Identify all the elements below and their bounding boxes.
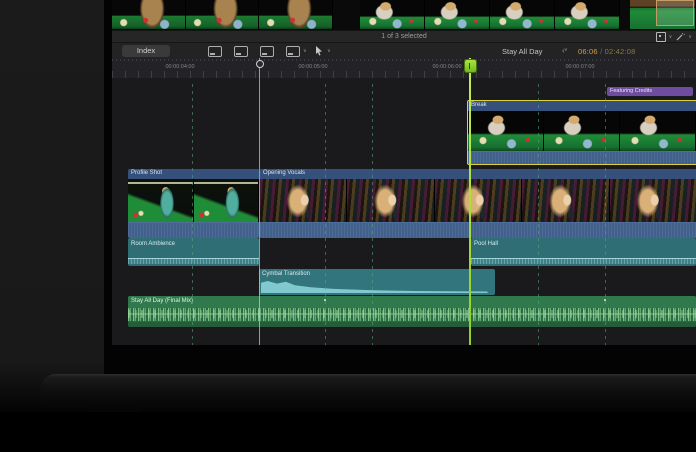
chevron-down-icon[interactable]: ∨ bbox=[688, 35, 692, 40]
clip-header: Break bbox=[468, 101, 696, 111]
thumbnail bbox=[435, 179, 522, 223]
clip-profile-shot[interactable]: Profile Shot bbox=[128, 169, 259, 238]
clip-featuring-credits[interactable]: Featuring Credits bbox=[607, 87, 693, 96]
thumbnail bbox=[425, 0, 490, 29]
thumbnail bbox=[620, 111, 696, 151]
index-button[interactable]: Index bbox=[122, 45, 170, 57]
clip-cymbal-transition[interactable]: Cymbal Transition bbox=[259, 269, 495, 295]
timecode-display: 06:06 / 02:42:08 bbox=[578, 47, 635, 56]
timecode-current: 06:06 bbox=[578, 47, 598, 56]
snap-guide-line bbox=[538, 84, 539, 345]
audio-waveform bbox=[471, 258, 696, 264]
clip-name: Break bbox=[471, 102, 487, 108]
clip-name: Opening Vocals bbox=[263, 170, 305, 176]
transform-icon[interactable] bbox=[656, 32, 666, 42]
chevron-down-icon[interactable]: ∨ bbox=[303, 49, 307, 54]
clip-header: Stay All Day (Final Mix) bbox=[128, 296, 696, 308]
browser-clip-selected[interactable] bbox=[630, 0, 696, 29]
browser-filmstrip-area bbox=[112, 0, 696, 30]
macbook-scene: 1 of 3 selected ∨ ∨ Index bbox=[0, 0, 696, 452]
thumbnail bbox=[610, 179, 696, 223]
audio-waveform-decay bbox=[261, 281, 488, 293]
select-tool-icon[interactable] bbox=[315, 46, 323, 56]
chevron-down-icon[interactable]: ∨ bbox=[327, 49, 331, 54]
skimmer-handle[interactable] bbox=[256, 60, 264, 68]
enhance-wand-icon[interactable] bbox=[675, 32, 685, 42]
timeline-lanes[interactable]: Featuring Credits Break Profile Shot bbox=[112, 78, 696, 345]
connect-edit-icon[interactable] bbox=[208, 46, 222, 57]
thumbnail bbox=[555, 0, 620, 29]
fcp-app-window: 1 of 3 selected ∨ ∨ Index bbox=[112, 0, 696, 345]
macbook-base bbox=[40, 374, 696, 408]
thumbnail bbox=[544, 111, 620, 151]
clip-header: Profile Shot bbox=[128, 169, 259, 179]
clip-break-selected[interactable]: Break bbox=[467, 100, 696, 165]
overwrite-edit-icon[interactable] bbox=[286, 46, 300, 57]
thumbnail bbox=[347, 179, 434, 223]
clip-audio-band bbox=[468, 151, 696, 164]
thumbnail bbox=[194, 179, 260, 223]
clip-pool-hall[interactable]: Pool Hall bbox=[471, 238, 696, 266]
range-selection-overlay[interactable] bbox=[656, 0, 694, 26]
playhead-handle[interactable] bbox=[464, 59, 477, 73]
thumbnail bbox=[522, 179, 609, 223]
audio-waveform bbox=[128, 258, 259, 264]
thumbnail bbox=[360, 0, 425, 29]
snap-guide-line bbox=[372, 84, 373, 345]
snap-guide-line bbox=[192, 84, 193, 345]
snap-guide-line bbox=[605, 84, 606, 345]
ruler-label: 00:00:04:00 bbox=[165, 64, 194, 70]
ruler-label: 00:00:05:00 bbox=[298, 64, 327, 70]
thumbnail bbox=[260, 179, 347, 223]
clip-audio-band bbox=[128, 222, 259, 238]
clip-footer bbox=[128, 322, 696, 327]
thumbnail bbox=[112, 0, 186, 29]
thumbnail bbox=[259, 0, 333, 29]
clip-name: Cymbal Transition bbox=[262, 271, 310, 277]
clip-room-ambience[interactable]: Room Ambience bbox=[128, 238, 259, 266]
chevron-down-icon[interactable]: ∨ bbox=[564, 48, 568, 53]
thumbnail bbox=[186, 0, 260, 29]
timeline-ruler[interactable]: 00:00:04:00 00:00:05:00 00:00:06:00 00:0… bbox=[112, 58, 696, 79]
timecode-total: 02:42:08 bbox=[605, 47, 636, 56]
clip-name: Pool Hall bbox=[474, 241, 498, 247]
clip-name: Profile Shot bbox=[131, 170, 162, 176]
ruler-tick-marks bbox=[112, 71, 696, 78]
clip-name: Stay All Day (Final Mix) bbox=[131, 298, 193, 304]
thumbnail bbox=[468, 111, 544, 151]
browser-clip-dog[interactable] bbox=[112, 0, 333, 29]
playhead-line[interactable] bbox=[469, 58, 471, 345]
browser-clip-break[interactable] bbox=[360, 0, 620, 29]
clip-filmstrip bbox=[128, 179, 259, 223]
ruler-dotted-line bbox=[112, 59, 696, 61]
timeline-toolbar: Index ∨ ∨ ‹ Stay All Day ∨ 06: bbox=[112, 42, 696, 59]
timecode-separator: / bbox=[598, 47, 605, 56]
background bbox=[0, 412, 696, 452]
thumbnail bbox=[490, 0, 555, 29]
clip-name: Room Ambience bbox=[131, 241, 175, 247]
skimmer-line[interactable] bbox=[259, 58, 260, 345]
ruler-label: 00:00:06:00 bbox=[432, 64, 461, 70]
insert-edit-icon[interactable] bbox=[234, 46, 248, 57]
project-title[interactable]: Stay All Day bbox=[502, 47, 542, 56]
selection-status: 1 of 3 selected bbox=[112, 33, 696, 40]
append-edit-icon[interactable] bbox=[260, 46, 274, 57]
snap-guide-line bbox=[325, 84, 326, 345]
chevron-down-icon[interactable]: ∨ bbox=[669, 35, 673, 40]
audio-waveform-detail bbox=[128, 310, 696, 318]
keyframe-dot[interactable] bbox=[324, 299, 326, 301]
keyframe-dot[interactable] bbox=[604, 299, 606, 301]
clip-stay-all-day[interactable]: Stay All Day (Final Mix) bbox=[128, 296, 696, 327]
thumbnail bbox=[128, 179, 194, 223]
clip-name: Featuring Credits bbox=[610, 88, 652, 94]
ruler-label: 00:00:07:00 bbox=[565, 64, 594, 70]
clip-filmstrip bbox=[468, 111, 696, 151]
